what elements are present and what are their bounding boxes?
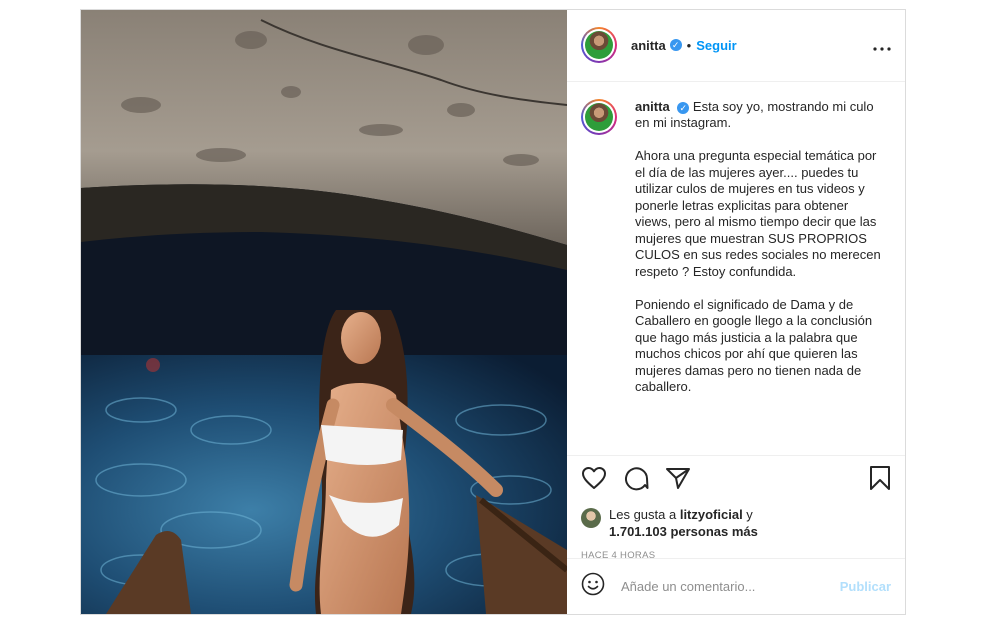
emoji-smiley-icon[interactable] bbox=[581, 572, 605, 601]
save-bookmark-icon[interactable] bbox=[869, 465, 891, 496]
caption: anitta ✓ Esta soy yo, mostrando mi culo … bbox=[635, 99, 885, 455]
avatar-image bbox=[585, 102, 613, 131]
action-icons bbox=[581, 460, 891, 502]
more-options-icon[interactable] bbox=[873, 35, 891, 56]
liker-username-link[interactable]: litzyoficial bbox=[680, 507, 743, 522]
comments-area: anitta ✓ Esta soy yo, mostrando mi culo … bbox=[567, 82, 905, 455]
photo-illustration bbox=[81, 10, 567, 614]
liker-avatar[interactable] bbox=[581, 507, 601, 528]
avatar-image bbox=[585, 31, 613, 60]
likes-summary: Les gusta a litzyoficial y 1.701.103 per… bbox=[581, 506, 891, 540]
avatar[interactable] bbox=[581, 27, 617, 64]
verified-badge-icon: ✓ bbox=[669, 39, 682, 52]
publish-button[interactable]: Publicar bbox=[840, 579, 891, 594]
likes-prefix: Les gusta a bbox=[609, 506, 680, 522]
post-sidebar: anitta ✓ • Seguir anitta ✓ Esta soy yo, … bbox=[567, 10, 905, 614]
post-header: anitta ✓ • Seguir bbox=[567, 10, 905, 82]
avatar-ring bbox=[583, 100, 615, 133]
like-heart-icon[interactable] bbox=[581, 466, 607, 495]
follow-button[interactable]: Seguir bbox=[696, 38, 736, 53]
comment-input[interactable] bbox=[619, 578, 840, 595]
caption-username[interactable]: anitta bbox=[635, 99, 670, 114]
ellipsis-icon bbox=[873, 47, 891, 51]
likes-middle: y bbox=[742, 506, 753, 522]
likes-count-link[interactable]: 1.701.103 personas más bbox=[609, 524, 758, 539]
instagram-post: anitta ✓ • Seguir anitta ✓ Esta soy yo, … bbox=[80, 9, 906, 615]
post-photo[interactable] bbox=[81, 10, 567, 614]
share-paper-plane-icon[interactable] bbox=[665, 466, 691, 495]
avatar-ring bbox=[583, 29, 615, 62]
likes-text: Les gusta a litzyoficial y 1.701.103 per… bbox=[609, 506, 758, 540]
caption-avatar[interactable] bbox=[581, 98, 617, 135]
caption-text: Esta soy yo, mostrando mi culo en mi ins… bbox=[635, 98, 881, 395]
username-link[interactable]: anitta bbox=[631, 38, 666, 53]
comment-bubble-icon[interactable] bbox=[623, 465, 649, 496]
separator-dot: • bbox=[686, 37, 692, 53]
verified-badge-icon: ✓ bbox=[677, 101, 690, 114]
add-comment-bar: Publicar bbox=[567, 558, 905, 614]
